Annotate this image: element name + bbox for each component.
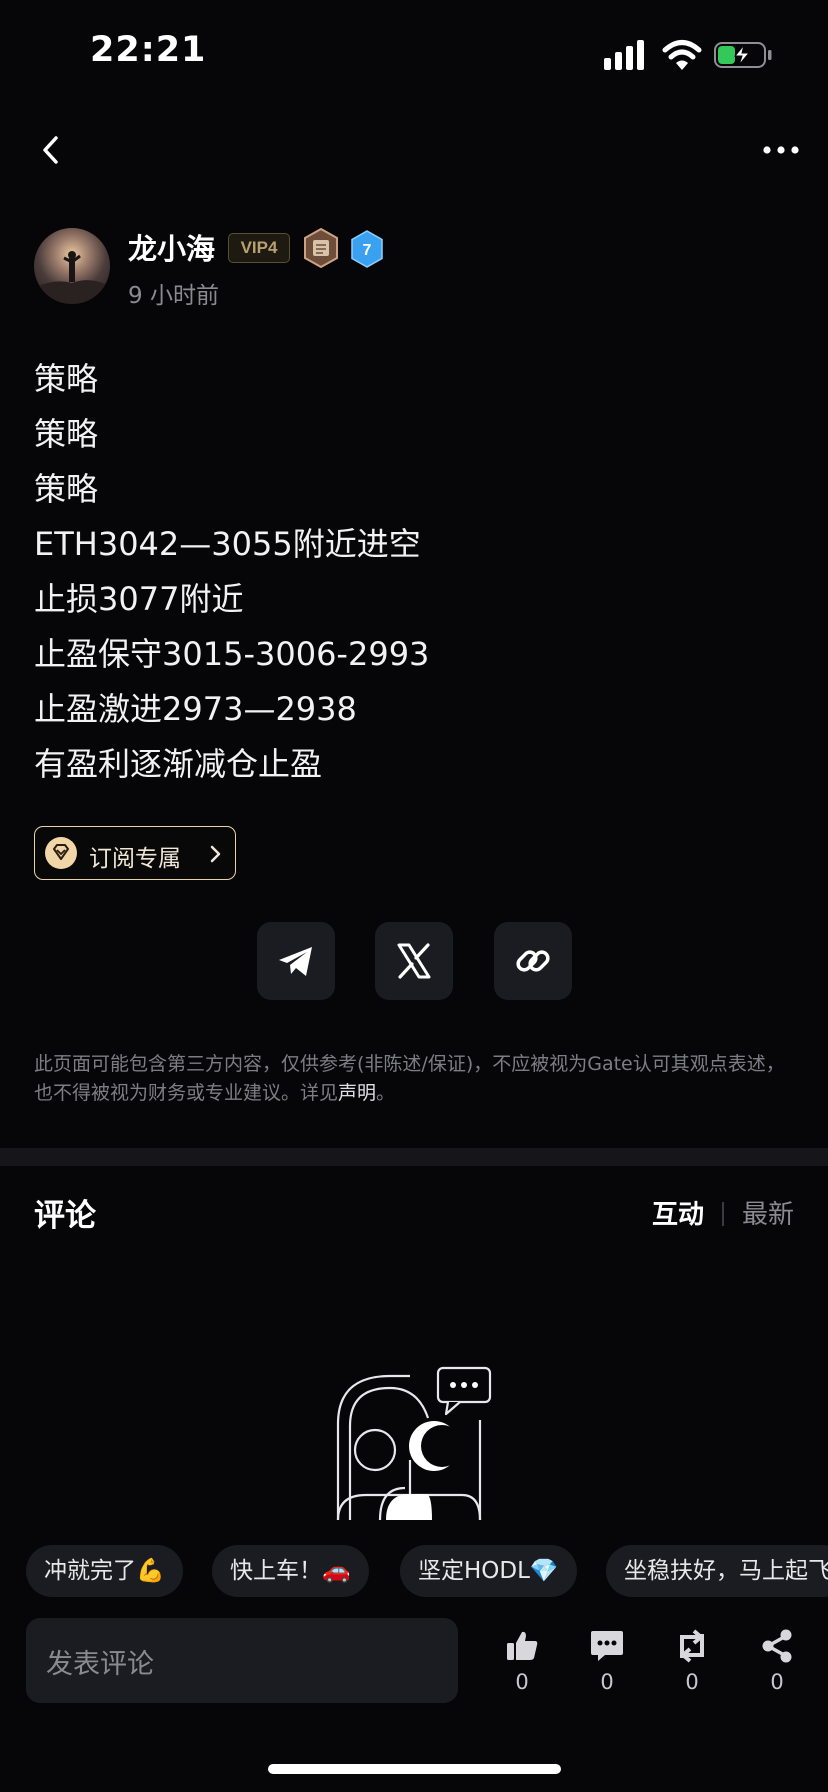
level-badge-icon: 7: [351, 230, 383, 268]
quick-reply-row: 冲就完了💪 快上车！🚗 坚定HODL💎 坐稳扶好，马上起飞: [0, 1545, 828, 1597]
status-time: 22:21: [90, 30, 207, 70]
scroll-badge-icon: [304, 228, 338, 268]
nav-bar: [0, 110, 828, 190]
link-icon: [516, 950, 550, 972]
subscribe-exclusive-button[interactable]: 订阅专属: [34, 826, 236, 880]
disclaimer-text: 此页面可能包含第三方内容，仅供参考(非陈述/保证)，不应被视为Gate认可其观点…: [34, 1050, 794, 1108]
telegram-icon: [279, 947, 312, 976]
comment-sort-tabs: 互动 最新: [652, 1194, 794, 1231]
repost-button[interactable]: 0: [662, 1628, 722, 1708]
like-button[interactable]: 0: [492, 1628, 552, 1708]
post-line: 止盈保守3015-3006-2993: [34, 635, 430, 673]
post-line: ETH3042—3055附近进空: [34, 525, 421, 563]
status-bar: 22:21: [0, 0, 828, 100]
comment-count: 0: [600, 1670, 614, 1694]
diamond-icon: [45, 837, 77, 869]
home-indicator[interactable]: [268, 1764, 561, 1774]
disclaimer-end: 。: [376, 1082, 396, 1104]
share-icon: [762, 1629, 792, 1663]
empty-comments-illustration: [336, 1366, 492, 1520]
thumbs-up-icon: [507, 1631, 538, 1660]
wifi-icon: [662, 40, 702, 70]
quick-reply-chip[interactable]: 坐稳扶好，马上起飞: [606, 1545, 828, 1597]
post-line: 策略: [34, 470, 99, 508]
copy-link-button[interactable]: [494, 922, 572, 1000]
sort-tab-interaction[interactable]: 互动: [652, 1200, 704, 1230]
sort-divider: [721, 1202, 724, 1226]
post-time: 9 小时前: [128, 283, 219, 309]
repost-icon: [680, 1629, 704, 1663]
repost-count: 0: [685, 1670, 699, 1694]
share-button[interactable]: 0: [747, 1628, 807, 1708]
section-divider: [0, 1148, 828, 1166]
comment-button[interactable]: 0: [577, 1628, 637, 1708]
cellular-signal-icon: [604, 40, 648, 70]
level-number: 7: [363, 242, 372, 259]
post-line: 有盈利逐渐减仓止盈: [34, 745, 323, 783]
quick-reply-chip[interactable]: 坚定HODL💎: [400, 1545, 577, 1597]
chevron-right-icon: [210, 845, 221, 863]
share-buttons: [0, 922, 828, 1000]
sort-tab-latest[interactable]: 最新: [742, 1200, 794, 1230]
telegram-share-button[interactable]: [257, 922, 335, 1000]
like-count: 0: [515, 1670, 529, 1694]
back-arrow-icon[interactable]: [36, 130, 68, 170]
comment-input[interactable]: 发表评论: [26, 1618, 458, 1703]
post-line: 策略: [34, 360, 99, 398]
x-logo-icon: [397, 943, 431, 979]
share-count: 0: [770, 1670, 784, 1694]
post-line: 策略: [34, 415, 99, 453]
disclaimer-link[interactable]: 声明: [338, 1082, 376, 1104]
comments-title: 评论: [34, 1198, 96, 1234]
comment-bubble-icon: [591, 1631, 623, 1661]
disclaimer-body: 此页面可能包含第三方内容，仅供参考(非陈述/保证)，不应被视为Gate认可其观点…: [34, 1053, 785, 1104]
post-line: 止损3077附近: [34, 580, 244, 618]
author-name[interactable]: 龙小海: [128, 226, 215, 268]
post-line: 止盈激进2973—2938: [34, 690, 357, 728]
more-options-icon[interactable]: [760, 130, 804, 170]
comment-input-placeholder: 发表评论: [46, 1649, 154, 1680]
post-content: 策略 策略 策略 ETH3042—3055附近进空 止损3077附近 止盈保守3…: [34, 352, 794, 792]
subscribe-label: 订阅专属: [89, 846, 181, 872]
quick-reply-chip[interactable]: 快上车！🚗: [212, 1545, 369, 1597]
x-share-button[interactable]: [375, 922, 453, 1000]
battery-charging-icon: [714, 42, 772, 68]
author-avatar[interactable]: [34, 228, 110, 304]
quick-reply-chip[interactable]: 冲就完了💪: [26, 1545, 183, 1597]
vip-badge: VIP4: [228, 233, 290, 263]
